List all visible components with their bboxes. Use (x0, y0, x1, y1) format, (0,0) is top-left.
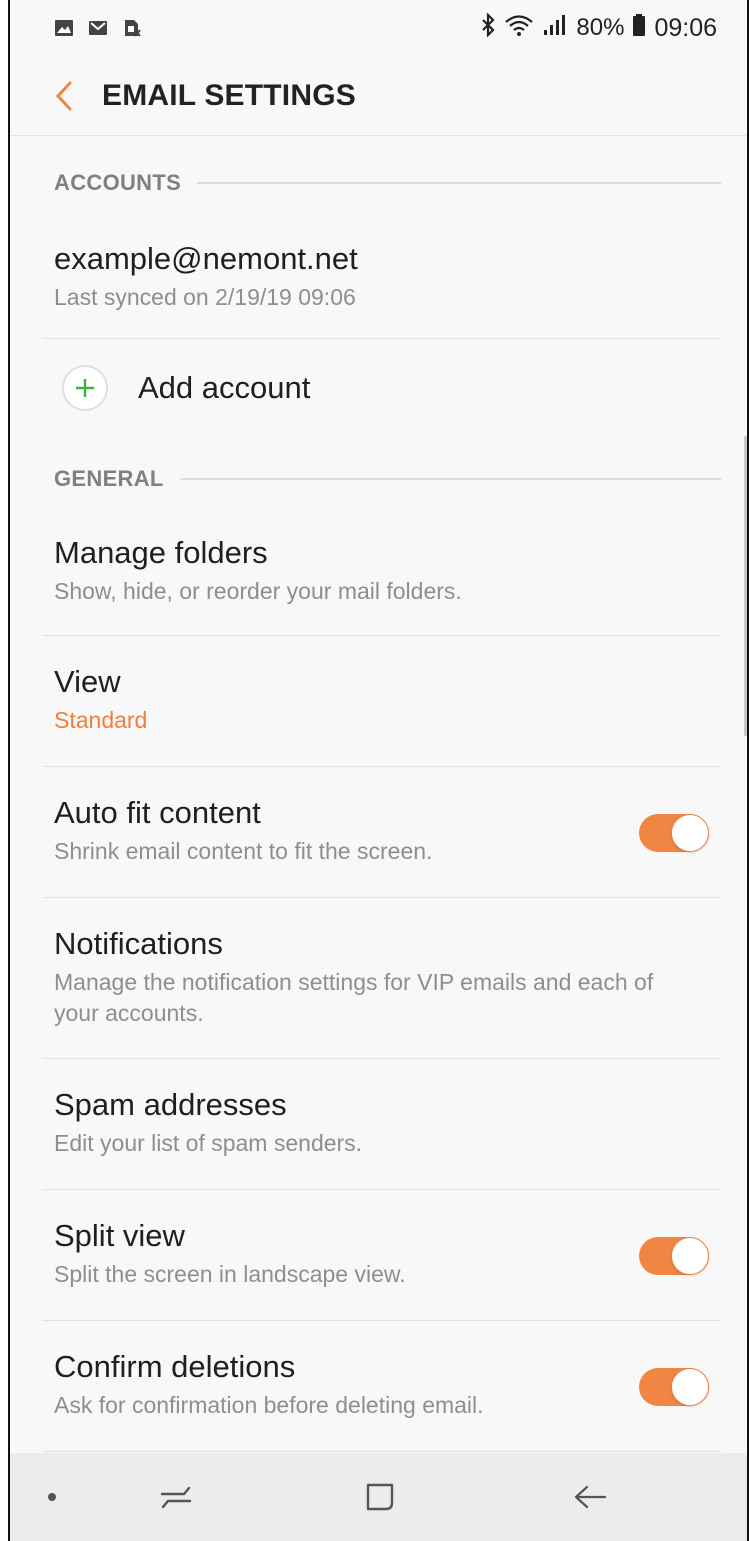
battery-percent: 80% (576, 14, 625, 41)
toggle-knob (671, 814, 709, 852)
signal-icon (542, 13, 568, 44)
scrollbar[interactable] (744, 436, 747, 736)
chevron-left-icon (55, 81, 72, 110)
section-general: GENERAL (54, 464, 721, 494)
setting-notifications[interactable]: Notifications Manage the notification se… (42, 899, 721, 1059)
navigation-bar (10, 1453, 747, 1541)
home-icon (366, 1483, 394, 1511)
setting-auto-fit-content[interactable]: Auto fit content Shrink email content to… (42, 768, 721, 898)
setting-subtitle: Shrink email content to fit the screen. (54, 838, 433, 864)
divider (197, 182, 721, 184)
image-icon (54, 19, 74, 37)
setting-title: Auto fit content (54, 795, 261, 830)
back-button[interactable] (44, 76, 84, 116)
setting-title: View (54, 664, 121, 699)
app-header: EMAIL SETTINGS (10, 56, 747, 136)
plus-icon (62, 364, 108, 411)
setting-title: Spam addresses (54, 1087, 287, 1122)
section-label-accounts: ACCOUNTS (54, 170, 182, 195)
gmail-icon (88, 19, 108, 37)
account-item[interactable]: example@nemont.net Last synced on 2/19/1… (42, 226, 721, 339)
setting-title: Confirm deletions (54, 1349, 296, 1384)
section-accounts: ACCOUNTS (54, 168, 721, 198)
account-email: example@nemont.net (54, 241, 358, 276)
setting-subtitle: Manage the notification settings for VIP… (54, 969, 654, 1026)
setting-subtitle: Ask for confirmation before deleting ema… (54, 1392, 484, 1418)
add-account-label: Add account (138, 369, 311, 405)
toggle-knob (671, 1368, 709, 1406)
back-arrow-icon (574, 1485, 607, 1509)
home-button[interactable] (352, 1469, 408, 1525)
divider (179, 478, 721, 480)
page-title: EMAIL SETTINGS (102, 78, 356, 112)
sim-icon (122, 19, 142, 37)
setting-subtitle: Edit your list of spam senders. (54, 1130, 363, 1156)
bluetooth-icon (480, 11, 496, 44)
wifi-icon (504, 13, 534, 44)
auto-fit-toggle[interactable] (639, 814, 709, 852)
toggle-knob (671, 1237, 709, 1275)
setting-spam-addresses[interactable]: Spam addresses Edit your list of spam se… (42, 1060, 721, 1190)
dot-icon (48, 1493, 56, 1501)
clock: 09:06 (654, 13, 717, 42)
setting-title: Split view (54, 1218, 185, 1253)
recents-icon (160, 1486, 192, 1509)
add-account-button[interactable]: Add account (42, 340, 721, 435)
setting-manage-folders[interactable]: Manage folders Show, hide, or reorder yo… (42, 520, 721, 636)
account-sync-status: Last synced on 2/19/19 09:06 (54, 284, 356, 310)
nav-back-button[interactable] (562, 1469, 618, 1525)
recents-button[interactable] (148, 1469, 204, 1525)
confirm-deletions-toggle[interactable] (639, 1368, 709, 1406)
status-bar: 80% 09:06 (10, 0, 747, 56)
setting-view[interactable]: View Standard (42, 637, 721, 767)
setting-split-view[interactable]: Split view Split the screen in landscape… (42, 1191, 721, 1321)
battery-icon (632, 13, 646, 44)
section-label-general: GENERAL (54, 466, 164, 491)
setting-title: Notifications (54, 926, 223, 961)
screen: 80% 09:06 EMAIL SETTINGS ACCOUNTS exampl… (8, 0, 749, 1541)
setting-confirm-deletions[interactable]: Confirm deletions Ask for confirmation b… (42, 1322, 721, 1452)
setting-value: Standard (54, 707, 148, 733)
setting-subtitle: Show, hide, or reorder your mail folders… (54, 578, 462, 604)
setting-subtitle: Split the screen in landscape view. (54, 1261, 406, 1287)
setting-title: Manage folders (54, 535, 268, 570)
split-view-toggle[interactable] (639, 1237, 709, 1275)
